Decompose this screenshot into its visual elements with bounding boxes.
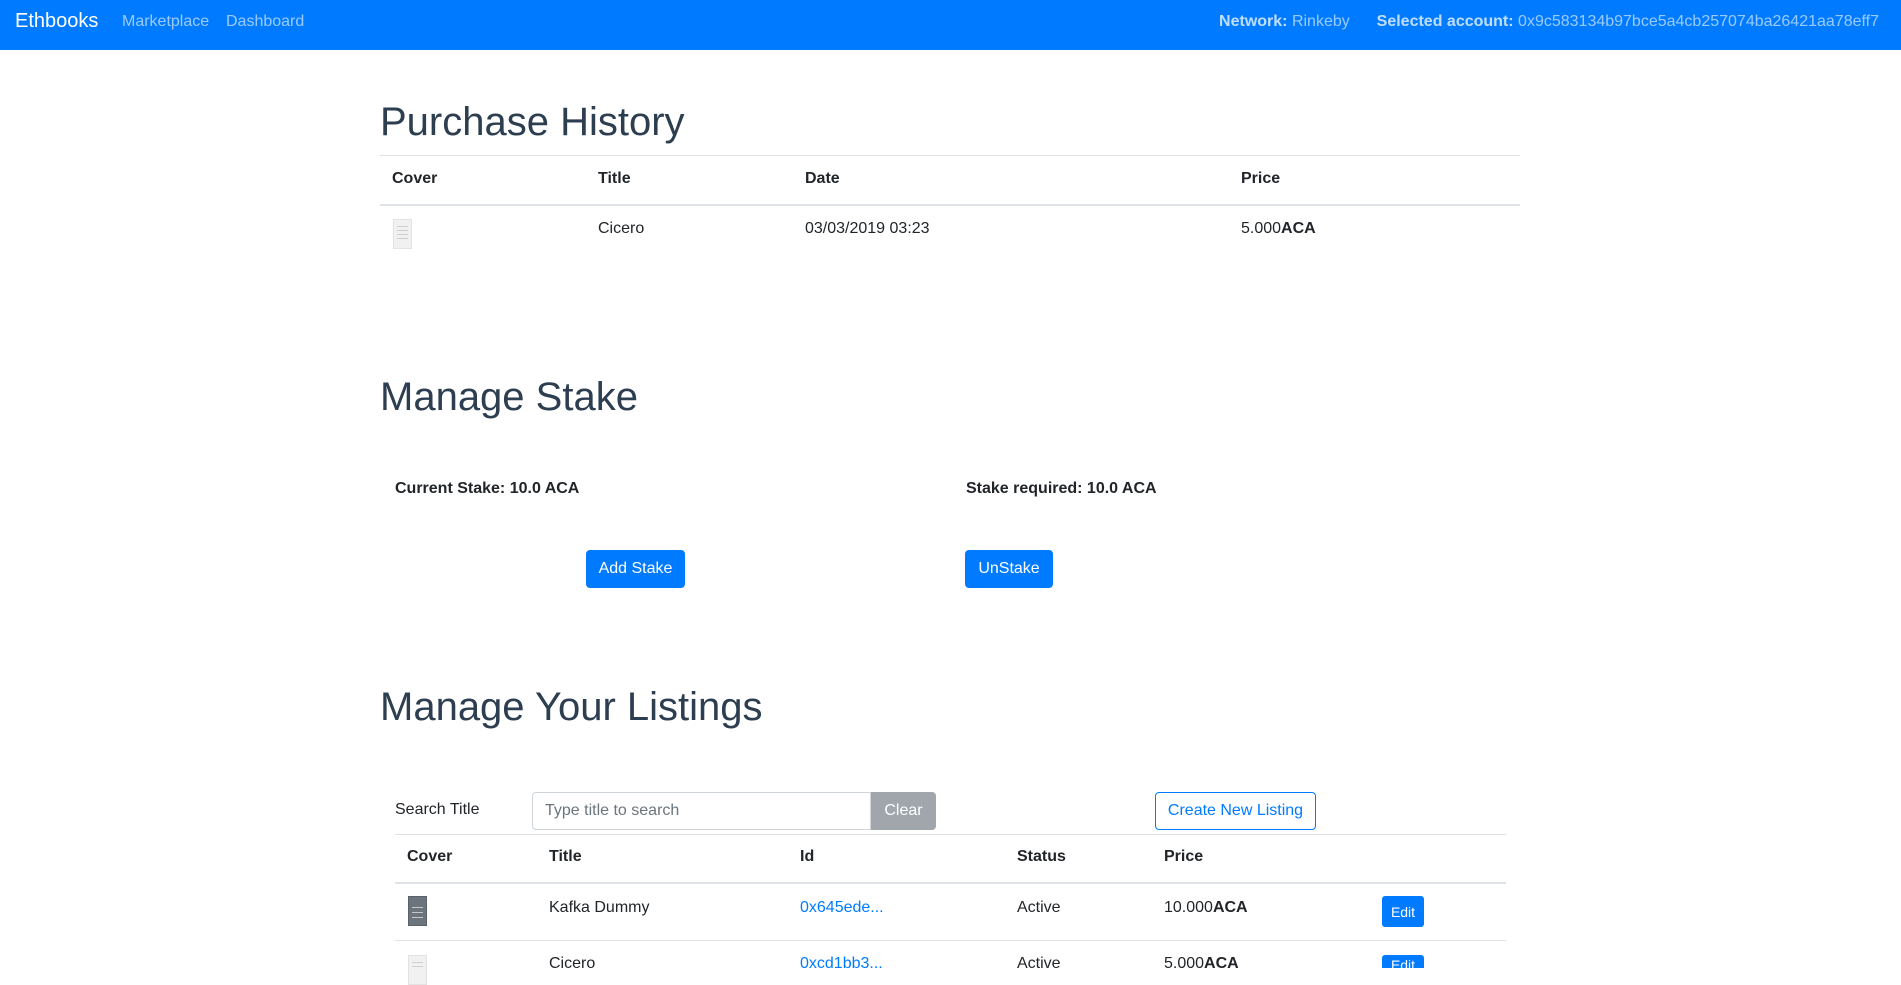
listing-id-link[interactable]: 0xcd1bb3...	[800, 955, 883, 973]
purchase-price-cell: 5.000ACA	[1241, 220, 1316, 238]
book-cover-thumbnail	[393, 219, 412, 249]
search-title-input[interactable]	[532, 792, 871, 830]
network-label: Network:	[1219, 13, 1288, 30]
edit-listing-button[interactable]: Edit	[1382, 955, 1424, 973]
column-header-price: Price	[1241, 170, 1281, 187]
column-header-id: Id	[800, 848, 815, 865]
divider	[395, 940, 1506, 941]
book-cover-thumbnail	[408, 955, 427, 985]
unstake-button[interactable]: UnStake	[965, 550, 1053, 588]
divider	[395, 834, 1506, 835]
purchase-history-heading: Purchase History	[380, 100, 685, 144]
column-header-title: Title	[549, 848, 582, 865]
nav-dashboard-link[interactable]: Dashboard	[226, 13, 304, 31]
column-header-cover: Cover	[392, 170, 438, 187]
column-header-date: Date	[805, 170, 840, 187]
column-header-price: Price	[1164, 848, 1204, 865]
clear-search-button[interactable]: Clear	[871, 792, 936, 830]
column-header-title: Title	[598, 170, 631, 187]
top-navbar: Ethbooks Marketplace Dashboard Network: …	[0, 0, 1901, 50]
network-value: Rinkeby	[1291, 13, 1350, 30]
price-unit: ACA	[1281, 220, 1316, 237]
manage-stake-heading: Manage Stake	[380, 375, 638, 419]
network-account-info: Network: Rinkeby Selected account: 0x9c5…	[1219, 13, 1879, 31]
edit-listing-button[interactable]: Edit	[1382, 896, 1424, 927]
listing-status-cell: Active	[1017, 899, 1061, 916]
create-new-listing-button[interactable]: Create New Listing	[1155, 792, 1316, 830]
account-label: Selected account:	[1376, 13, 1514, 30]
manage-listings-heading: Manage Your Listings	[380, 685, 763, 729]
brand-link[interactable]: Ethbooks	[15, 10, 98, 33]
divider	[395, 882, 1506, 884]
price-value: 10.000	[1164, 899, 1213, 916]
column-header-status: Status	[1017, 848, 1066, 865]
account-value: 0x9c583134b97bce5a4cb257074ba26421aa78ef…	[1518, 13, 1879, 30]
add-stake-button[interactable]: Add Stake	[586, 550, 685, 588]
listing-status-cell: Active	[1017, 955, 1061, 972]
current-stake-label: Current Stake: 10.0 ACA	[395, 480, 580, 497]
price-unit: ACA	[1212, 899, 1248, 916]
listing-price-cell: 10.000ACA	[1164, 899, 1248, 917]
nav-marketplace-link[interactable]: Marketplace	[122, 13, 209, 31]
purchase-date-cell: 03/03/2019 03:23	[805, 220, 930, 237]
price-unit: ACA	[1204, 955, 1239, 972]
listing-title-cell: Cicero	[549, 955, 596, 972]
listing-id-link[interactable]: 0x645ede...	[800, 899, 884, 917]
search-title-label: Search Title	[395, 801, 480, 818]
divider	[380, 204, 1520, 206]
listing-title-cell: Kafka Dummy	[549, 899, 650, 916]
stake-required-label: Stake required: 10.0 ACA	[966, 480, 1157, 497]
column-header-cover: Cover	[407, 848, 453, 865]
listing-price-cell: 5.000ACA	[1164, 955, 1239, 973]
price-value: 5.000	[1164, 955, 1205, 972]
price-value: 5.000	[1241, 220, 1282, 237]
book-cover-thumbnail	[408, 896, 427, 926]
purchase-title-cell: Cicero	[598, 220, 645, 237]
divider	[380, 155, 1520, 156]
